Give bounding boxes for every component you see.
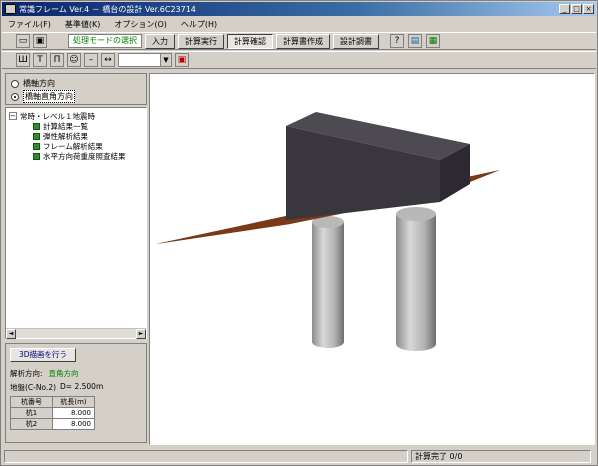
- status-bar: 計算完了 0/0: [2, 448, 596, 464]
- result-node-icon: [33, 142, 40, 150]
- main-toolbar: ▭ ▣ 処理モードの選択 入力 計算実行 計算確認 計算書作成 設計調書 ? ▤…: [2, 32, 596, 50]
- direction-radio-group: 橋軸方向 橋軸直角方向: [5, 73, 147, 105]
- save-icon[interactable]: ▣: [33, 34, 47, 48]
- tree-horizontal-scrollbar[interactable]: ◄ ►: [6, 328, 146, 339]
- tree-root[interactable]: − 常時・レベル１地震時: [9, 111, 146, 121]
- view-toolbar: Ш Т Π ☺ – ↔ ▼ ▣: [2, 51, 596, 69]
- direction-row: 解析方向: 直角方向: [10, 368, 142, 379]
- ground-value: D= 2.500m: [60, 382, 104, 391]
- pile-right-top: [396, 207, 436, 221]
- app-icon: [5, 4, 16, 14]
- tree-item-results-list[interactable]: 計算結果一覧: [9, 121, 146, 131]
- ground-label: 地盤(C-No.2): [10, 383, 57, 392]
- radio-button[interactable]: [11, 79, 19, 88]
- radio-option-transverse[interactable]: 橋軸直角方向: [11, 90, 141, 103]
- status-right: 計算完了 0/0: [411, 449, 591, 463]
- result-node-icon: [33, 122, 40, 130]
- tab-input[interactable]: 入力: [145, 33, 175, 49]
- tree-item-frame-analysis[interactable]: フレーム解析結果: [9, 141, 146, 151]
- title-bar: 常識フレーム Ver.4 － 橋台の設計 Ver.6C23714 _ □ ×: [2, 2, 596, 16]
- person-icon[interactable]: ☺: [67, 53, 81, 67]
- pile-view-icon[interactable]: Π: [50, 53, 64, 67]
- pile-number-cell: 杭2: [10, 418, 53, 430]
- draw-3d-button[interactable]: 3D描画を行う: [10, 348, 76, 362]
- expand-icon[interactable]: ↔: [101, 53, 115, 67]
- result-node-icon: [33, 132, 40, 140]
- scrollbar-track[interactable]: [16, 329, 136, 338]
- scroll-left-icon[interactable]: ◄: [6, 329, 16, 339]
- table-header-row: 杭番号 杭長(m): [10, 396, 95, 408]
- column-header: 杭番号: [10, 396, 53, 408]
- radio-button-selected[interactable]: [11, 92, 19, 101]
- tab-check-calculation[interactable]: 計算確認: [227, 33, 273, 49]
- column-header: 杭長(m): [52, 396, 95, 408]
- abutment-3d-model[interactable]: [150, 74, 594, 444]
- tab-design-record[interactable]: 設計調書: [333, 33, 379, 49]
- pile-number-cell: 杭1: [10, 407, 53, 419]
- pier-view-icon[interactable]: Т: [33, 53, 47, 67]
- processing-mode-label: 処理モードの選択: [68, 34, 142, 48]
- menu-file[interactable]: ファイル(F): [8, 19, 51, 30]
- left-panel: 橋軸方向 橋軸直角方向 − 常時・レベル１地震時 計算結果一覧 弾性解析結果 フ…: [5, 73, 147, 445]
- tab-create-report[interactable]: 計算書作成: [276, 33, 330, 49]
- collapse-icon[interactable]: −: [9, 112, 17, 120]
- application-window: 常識フレーム Ver.4 － 橋台の設計 Ver.6C23714 _ □ × フ…: [0, 0, 598, 466]
- window-title: 常識フレーム Ver.4 － 橋台の設計 Ver.6C23714: [19, 4, 196, 14]
- maximize-button[interactable]: □: [571, 4, 582, 14]
- tab-run-calculation[interactable]: 計算実行: [178, 33, 224, 49]
- direction-label: 解析方向:: [10, 369, 43, 378]
- scroll-right-icon[interactable]: ►: [136, 329, 146, 339]
- tree-item-horizontal-load-check[interactable]: 水平方向荷重度照査結果: [9, 151, 146, 161]
- pile-table: 杭番号 杭長(m) 杭1 8.000 杭2 8.000: [10, 396, 95, 430]
- pile-right: [396, 214, 436, 351]
- analysis-info-box: 3D描画を行う 解析方向: 直角方向 地盤(C-No.2) D= 2.500m …: [5, 343, 147, 443]
- menu-options[interactable]: オプション(O): [114, 19, 167, 30]
- menu-bar: ファイル(F) 基準値(K) オプション(O) ヘルプ(H): [2, 17, 596, 31]
- book-icon[interactable]: ▤: [408, 34, 422, 48]
- zoom-select[interactable]: ▼: [118, 53, 172, 67]
- info-icon[interactable]: ▦: [426, 34, 440, 48]
- menu-standard-values[interactable]: 基準値(K): [65, 19, 101, 30]
- chevron-down-icon[interactable]: ▼: [160, 54, 171, 66]
- tree-item-elastic-analysis[interactable]: 弾性解析結果: [9, 131, 146, 141]
- direction-value: 直角方向: [48, 369, 79, 378]
- ground-row: 地盤(C-No.2) D= 2.500m: [10, 382, 142, 393]
- table-row[interactable]: 杭1 8.000: [10, 407, 95, 419]
- menu-help[interactable]: ヘルプ(H): [181, 19, 217, 30]
- close-button[interactable]: ×: [583, 4, 594, 14]
- open-folder-icon[interactable]: ▭: [16, 34, 30, 48]
- table-row[interactable]: 杭2 8.000: [10, 418, 95, 430]
- grid-icon[interactable]: ▣: [175, 53, 189, 67]
- shrink-icon[interactable]: –: [84, 53, 98, 67]
- pile-length-cell: 8.000: [52, 418, 95, 430]
- pile-left: [312, 222, 344, 348]
- radio-option-longitudinal[interactable]: 橋軸方向: [11, 77, 141, 90]
- result-node-icon: [33, 152, 40, 160]
- help-icon[interactable]: ?: [390, 34, 404, 48]
- results-tree[interactable]: − 常時・レベル１地震時 計算結果一覧 弾性解析結果 フレーム解析結果 水平方向…: [5, 107, 147, 339]
- frame-view-icon[interactable]: Ш: [16, 53, 30, 67]
- minimize-button[interactable]: _: [559, 4, 570, 14]
- status-left: [4, 449, 408, 463]
- 3d-viewport[interactable]: [149, 73, 595, 445]
- pile-length-cell: 8.000: [52, 407, 95, 419]
